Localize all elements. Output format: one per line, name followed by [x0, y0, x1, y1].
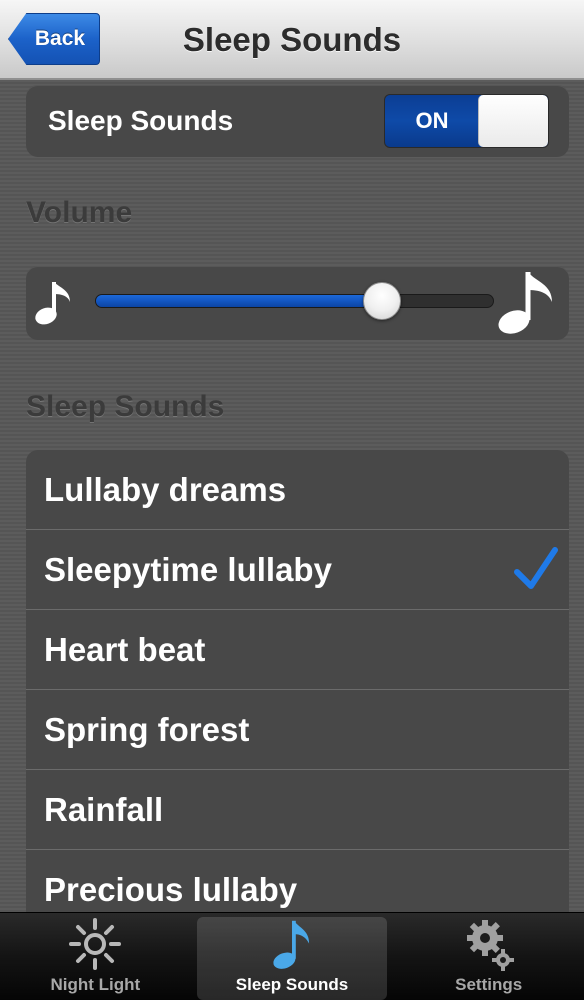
music-note-large-icon [498, 272, 552, 334]
sleep-sounds-toggle-row: Sleep Sounds ON [26, 85, 569, 157]
list-item[interactable]: Heart beat [26, 610, 569, 690]
tab-settings[interactable]: Settings [393, 913, 584, 1000]
list-item[interactable]: Spring forest [26, 690, 569, 770]
list-item[interactable]: Precious lullaby [26, 850, 569, 912]
tab-bar: Night Light Sleep Sounds Settings [0, 912, 584, 1000]
volume-slider-thumb[interactable] [363, 282, 402, 320]
checkmark-icon [514, 547, 558, 589]
list-item-label: Heart beat [44, 630, 206, 668]
sun-icon [69, 918, 122, 970]
volume-slider-track[interactable] [95, 294, 494, 308]
gears-icon [466, 920, 514, 971]
navigation-bar: Back Sleep Sounds [0, 0, 584, 80]
music-note-icon [273, 920, 310, 969]
back-button[interactable]: Back [8, 13, 100, 65]
switch-on-label: ON [415, 108, 449, 133]
tab-sleep-sounds[interactable]: Sleep Sounds [196, 917, 388, 1000]
list-item-label: Lullaby dreams [44, 470, 287, 508]
tab-night-light[interactable]: Night Light [0, 913, 191, 1000]
sleep-sounds-heading: Sleep Sounds [26, 390, 225, 423]
sleep-sounds-switch[interactable]: ON [384, 94, 549, 148]
tab-label: Settings [455, 975, 523, 994]
sleep-sounds-list: Lullaby dreams Sleepytime lullaby Heart … [26, 450, 569, 912]
list-item-label: Sleepytime lullaby [44, 550, 332, 588]
switch-knob[interactable] [478, 95, 548, 147]
tab-label: Sleep Sounds [235, 975, 349, 994]
list-item-label: Rainfall [44, 790, 164, 828]
list-item-label: Precious lullaby [44, 870, 298, 908]
tab-label: Night Light [50, 975, 141, 994]
list-item[interactable]: Sleepytime lullaby [26, 530, 569, 610]
music-note-small-icon [35, 282, 70, 325]
volume-slider-fill [96, 295, 384, 307]
volume-heading: Volume [26, 196, 133, 229]
list-item[interactable]: Rainfall [26, 770, 569, 850]
volume-control [26, 266, 569, 340]
list-item[interactable]: Lullaby dreams [26, 450, 569, 530]
list-item-label: Spring forest [44, 710, 250, 748]
sleep-sounds-toggle-label: Sleep Sounds [48, 105, 234, 136]
page-title: Sleep Sounds [182, 21, 402, 58]
